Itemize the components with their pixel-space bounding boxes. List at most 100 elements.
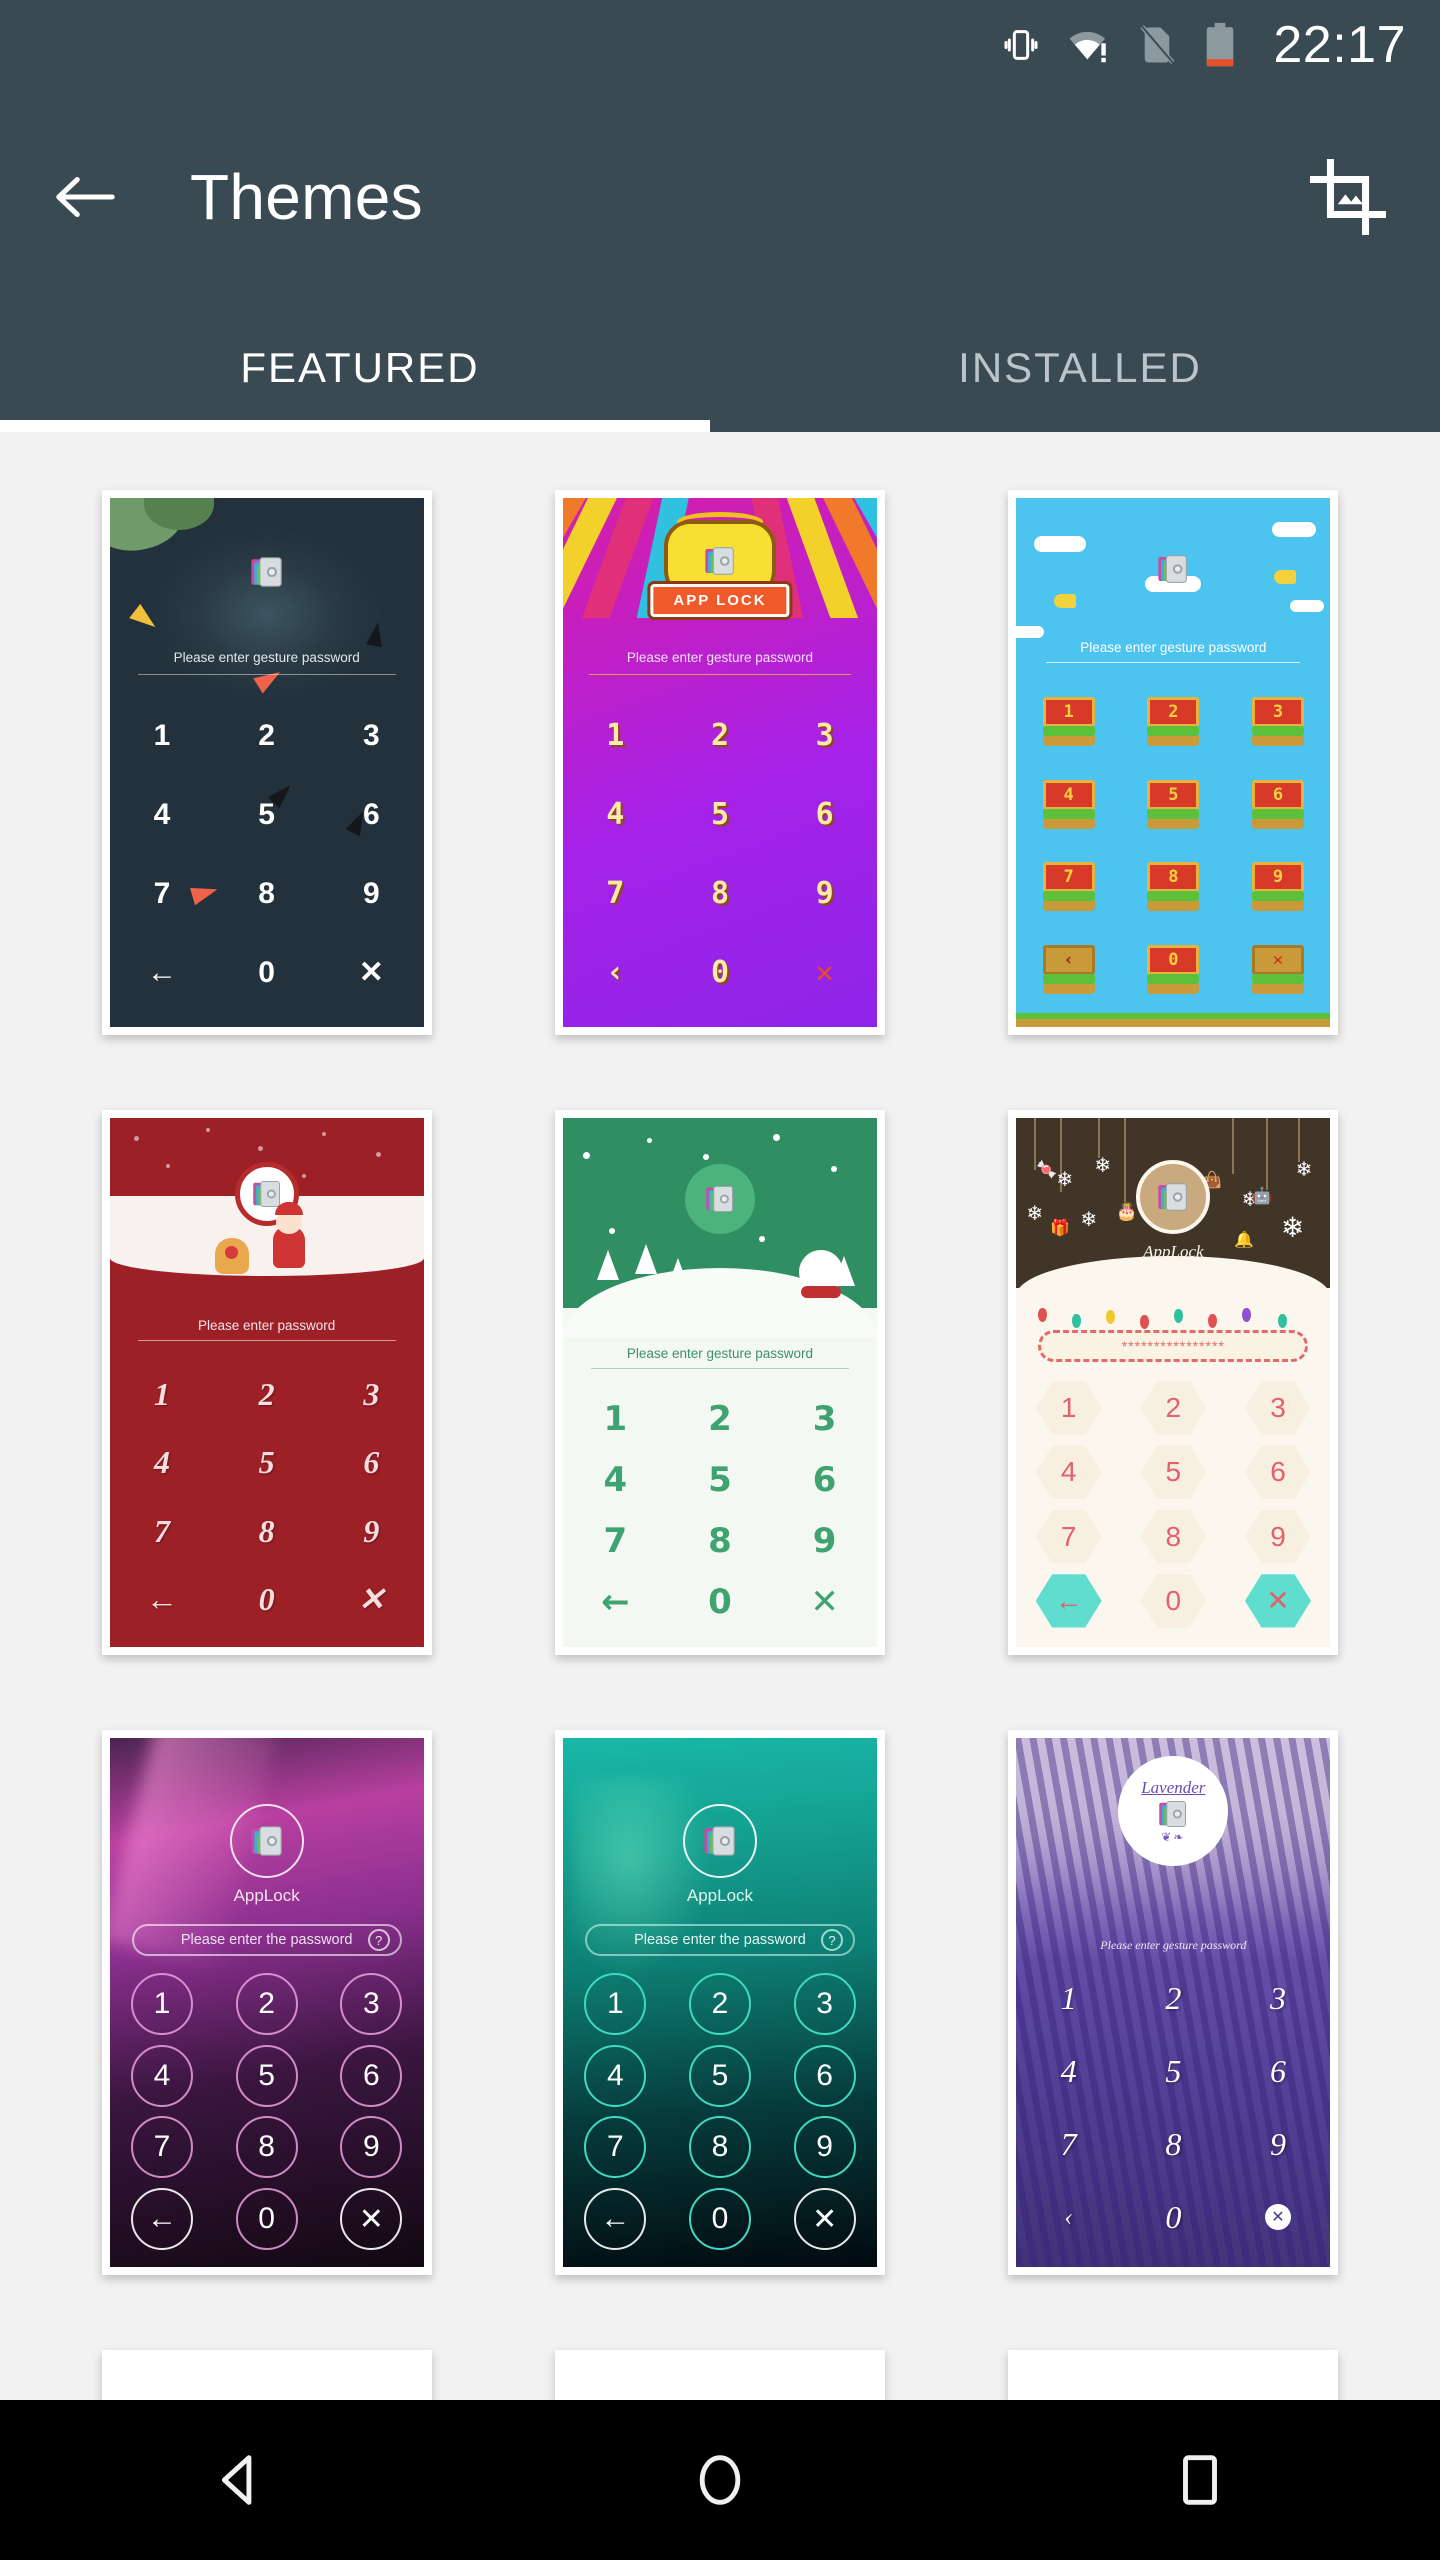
key-back: ←	[1035, 1574, 1102, 1628]
theme-hint-text: Please enter password	[197, 1318, 336, 1333]
theme-preview: Lavender ❦❧ Please enter gesture passwor…	[1016, 1738, 1331, 2267]
key-4: 4	[130, 2044, 193, 2107]
key-0: 0	[1140, 1574, 1207, 1628]
gift-icon: 🎁	[1050, 1220, 1071, 1237]
key-8: 8	[710, 876, 729, 912]
safe-icon	[250, 556, 284, 593]
bird-icon	[1054, 594, 1077, 608]
stocking-icon: 🎂	[1116, 1202, 1138, 1221]
key-1: 1	[584, 1972, 647, 2035]
key-8: 8	[258, 877, 275, 911]
key-clear: ✕	[815, 955, 834, 991]
safe-icon	[229, 1804, 304, 1878]
tab-featured[interactable]: FEATURED	[0, 304, 720, 432]
key-1: 1	[153, 718, 171, 752]
theme-grid-scroll[interactable]: Please enter gesture password 1 2 3 4 5 …	[0, 432, 1440, 2400]
theme-hint-text: Please enter gesture password	[173, 650, 360, 665]
key-9: 9	[362, 877, 380, 911]
safe-icon	[684, 1164, 755, 1234]
theme-card-next-row[interactable]	[554, 2350, 885, 2400]
status-bar: 22:17	[0, 0, 1440, 90]
key-7: 7	[130, 2116, 193, 2179]
scarf-icon	[800, 1286, 841, 1298]
hint-divider	[137, 1340, 396, 1341]
key-clear: ✕	[357, 1580, 385, 1617]
safe-icon	[1136, 1160, 1211, 1234]
tab-installed[interactable]: INSTALLED	[720, 304, 1440, 432]
help-icon: ?	[820, 1929, 843, 1951]
key-0: 0	[258, 956, 275, 990]
key-back: ←	[145, 1580, 178, 1617]
keypad: 1 2 3 4 5 6 7 8 9 ← 0 ✕	[563, 1388, 877, 1633]
theme-hint-text: Please enter gesture password	[626, 650, 814, 665]
key-9: 9	[340, 2116, 403, 2179]
key-2: 2	[1147, 696, 1200, 746]
cloud-icon	[1272, 522, 1317, 537]
app-lock-banner: APP LOCK	[650, 584, 790, 617]
key-clear: ✕	[810, 1582, 839, 1623]
snowflake-icon: ❄	[1026, 1203, 1044, 1225]
key-8: 8	[1140, 1509, 1207, 1564]
nav-back-button[interactable]	[175, 2415, 305, 2545]
safe-icon	[704, 546, 736, 581]
theme-card-app-lock-trophy[interactable]: APP LOCK Please enter gesture password 1…	[554, 490, 885, 1035]
back-button[interactable]	[46, 158, 124, 236]
crop-image-icon[interactable]	[1300, 149, 1396, 245]
key-back: ‹	[1042, 945, 1095, 995]
nav-recents-button[interactable]	[1135, 2415, 1265, 2545]
key-back: ←	[130, 2188, 193, 2251]
key-7: 7	[1035, 1509, 1102, 1564]
theme-card-pixel-sky[interactable]: Please enter gesture password 1 2 3 4 5 …	[1008, 490, 1339, 1035]
key-3: 3	[1269, 1980, 1286, 2017]
key-1: 1	[153, 1376, 170, 1413]
key-0: 0	[235, 2188, 298, 2251]
key-4: 4	[584, 2044, 647, 2107]
key-0: 0	[708, 1582, 732, 1623]
tab-indicator	[0, 420, 710, 432]
theme-preview: Please enter gesture password 1 2 3 4 5 …	[562, 1118, 877, 1647]
keypad: 1 2 3 4 5 6 7 8 9 ← 0 ✕	[110, 1968, 424, 2255]
theme-card-teal-nebula[interactable]: AppLock Please enter the password ? 1 2 …	[554, 1730, 885, 2275]
key-7: 7	[153, 877, 171, 911]
key-3: 3	[363, 1376, 380, 1413]
key-6: 6	[362, 797, 380, 831]
key-3: 3	[815, 717, 834, 753]
theme-preview: Please enter gesture password 1 2 3 4 5 …	[109, 498, 424, 1027]
theme-card-next-row[interactable]	[101, 2350, 432, 2400]
theme-card-christmas-applock[interactable]: ❄ ❄ ❄ ❄ ❄ ❄ ❄ 🍬 🎂 🎁 👜 🤖 🔔 AppLock ******…	[1008, 1110, 1339, 1655]
key-5: 5	[710, 796, 729, 832]
key-2: 2	[708, 1398, 732, 1439]
cloud-icon	[1016, 626, 1045, 638]
key-clear: ✕	[340, 2188, 403, 2251]
key-9: 9	[363, 1512, 380, 1549]
theme-preview: Please enter password 1 2 3 4 5 6 7 8 9 …	[109, 1118, 424, 1647]
nav-home-button[interactable]	[655, 2415, 785, 2545]
theme-card-pink-aurora[interactable]: AppLock Please enter the password ? 1 2 …	[101, 1730, 432, 2275]
theme-card-lavender[interactable]: Lavender ❦❧ Please enter gesture passwor…	[1008, 1730, 1339, 2275]
key-6: 6	[1269, 2053, 1286, 2090]
key-back: ‹	[606, 955, 625, 991]
theme-card-pond-koi[interactable]: Please enter gesture password 1 2 3 4 5 …	[101, 490, 432, 1035]
key-7: 7	[603, 1521, 628, 1562]
theme-card-snowman-green[interactable]: Please enter gesture password 1 2 3 4 5 …	[554, 1110, 885, 1655]
keypad: 1 2 3 4 5 6 7 8 9 ‹ 0 ✕	[563, 696, 877, 1013]
keypad: 1 2 3 4 5 6 7 8 9 ← 0 ✕	[1016, 1376, 1330, 1633]
brand-label: Lavender	[1141, 1778, 1206, 1797]
brand-disc: Lavender ❦❧	[1118, 1756, 1229, 1866]
keypad: 1 2 3 4 5 6 7 8 9 ← 0 ✕	[110, 1360, 424, 1633]
ground-strip	[1016, 1013, 1331, 1027]
key-9: 9	[793, 2116, 856, 2179]
theme-card-santa-red[interactable]: Please enter password 1 2 3 4 5 6 7 8 9 …	[101, 1110, 432, 1655]
key-8: 8	[1147, 862, 1200, 912]
key-2: 2	[258, 718, 275, 752]
theme-card-next-row[interactable]	[1008, 2350, 1339, 2400]
theme-preview: ❄ ❄ ❄ ❄ ❄ ❄ ❄ 🍬 🎂 🎁 👜 🤖 🔔 AppLock ******…	[1016, 1118, 1331, 1647]
page-title: Themes	[190, 161, 423, 233]
key-0: 0	[710, 955, 729, 991]
password-field: Please enter the password ?	[584, 1924, 855, 1956]
tab-bar: FEATURED INSTALLED	[0, 304, 1440, 432]
pine-tree-icon	[634, 1244, 657, 1274]
key-6: 6	[340, 2044, 403, 2107]
santa-icon	[272, 1202, 305, 1268]
wifi-warning-icon	[1067, 25, 1111, 65]
